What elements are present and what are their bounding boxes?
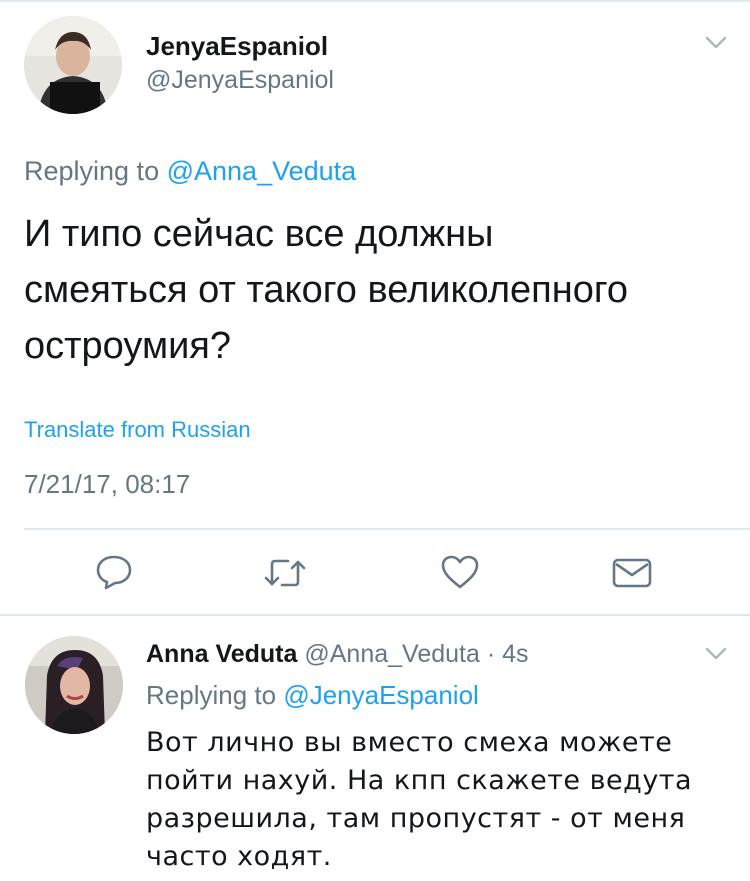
replying-to-prefix: Replying to — [146, 680, 277, 710]
tweet-timestamp[interactable]: 7/21/17, 08:17 — [24, 469, 190, 500]
top-divider — [0, 0, 750, 2]
reply-icon[interactable] — [94, 553, 134, 591]
reply-text-line: часто ходят. — [146, 841, 332, 872]
author-handle[interactable]: @JenyaEspaniol — [146, 66, 334, 95]
tweet-text: И типо сейчас все должны смеяться от так… — [24, 206, 628, 374]
reply-author-handle[interactable]: @Anna_Veduta — [304, 640, 480, 668]
retweet-icon[interactable] — [262, 556, 308, 590]
avatar-anna-veduta[interactable] — [25, 636, 123, 734]
direct-message-icon[interactable] — [610, 556, 654, 590]
tweet-text-line: остроумия? — [24, 325, 232, 367]
reply-text-line: Вот лично вы вместо смеха можете — [146, 727, 673, 758]
chevron-down-icon[interactable] — [704, 646, 728, 662]
reply-text: Вот лично вы вместо смеха можете пойти н… — [146, 724, 692, 876]
chevron-down-icon[interactable] — [704, 35, 728, 51]
like-icon[interactable] — [440, 554, 480, 590]
author-display-name[interactable]: JenyaEspaniol — [146, 31, 328, 62]
reply-text-line: пойти нахуй. На кпп скажете ведута — [146, 765, 693, 796]
meta-separator: · — [486, 640, 496, 668]
replying-to-line: Replying to @Anna_Veduta — [24, 156, 356, 187]
reply-replying-to-line: Replying to @JenyaEspaniol — [146, 680, 479, 711]
action-bar-divider — [24, 528, 750, 530]
avatar-jenyaespaniol[interactable] — [24, 16, 122, 114]
avatar-image — [24, 16, 122, 114]
reply-time-ago[interactable]: 4s — [502, 640, 528, 668]
replying-to-prefix: Replying to — [24, 156, 160, 186]
reply-author-display-name[interactable]: Anna Veduta — [146, 640, 297, 668]
translate-link[interactable]: Translate from Russian — [24, 417, 251, 443]
tweet-text-line: И типо сейчас все должны — [24, 213, 494, 255]
replying-to-link[interactable]: @Anna_Veduta — [167, 156, 357, 186]
reply-text-line: разрешила, там пропустят - от меня — [146, 803, 686, 834]
tweet-text-line: смеяться от такого великолепного — [24, 269, 628, 311]
replying-to-link[interactable]: @JenyaEspaniol — [283, 680, 479, 710]
avatar-image — [25, 636, 123, 734]
reply-header: Anna Veduta @Anna_Veduta · 4s — [146, 640, 529, 669]
tweet-separator — [0, 614, 750, 616]
